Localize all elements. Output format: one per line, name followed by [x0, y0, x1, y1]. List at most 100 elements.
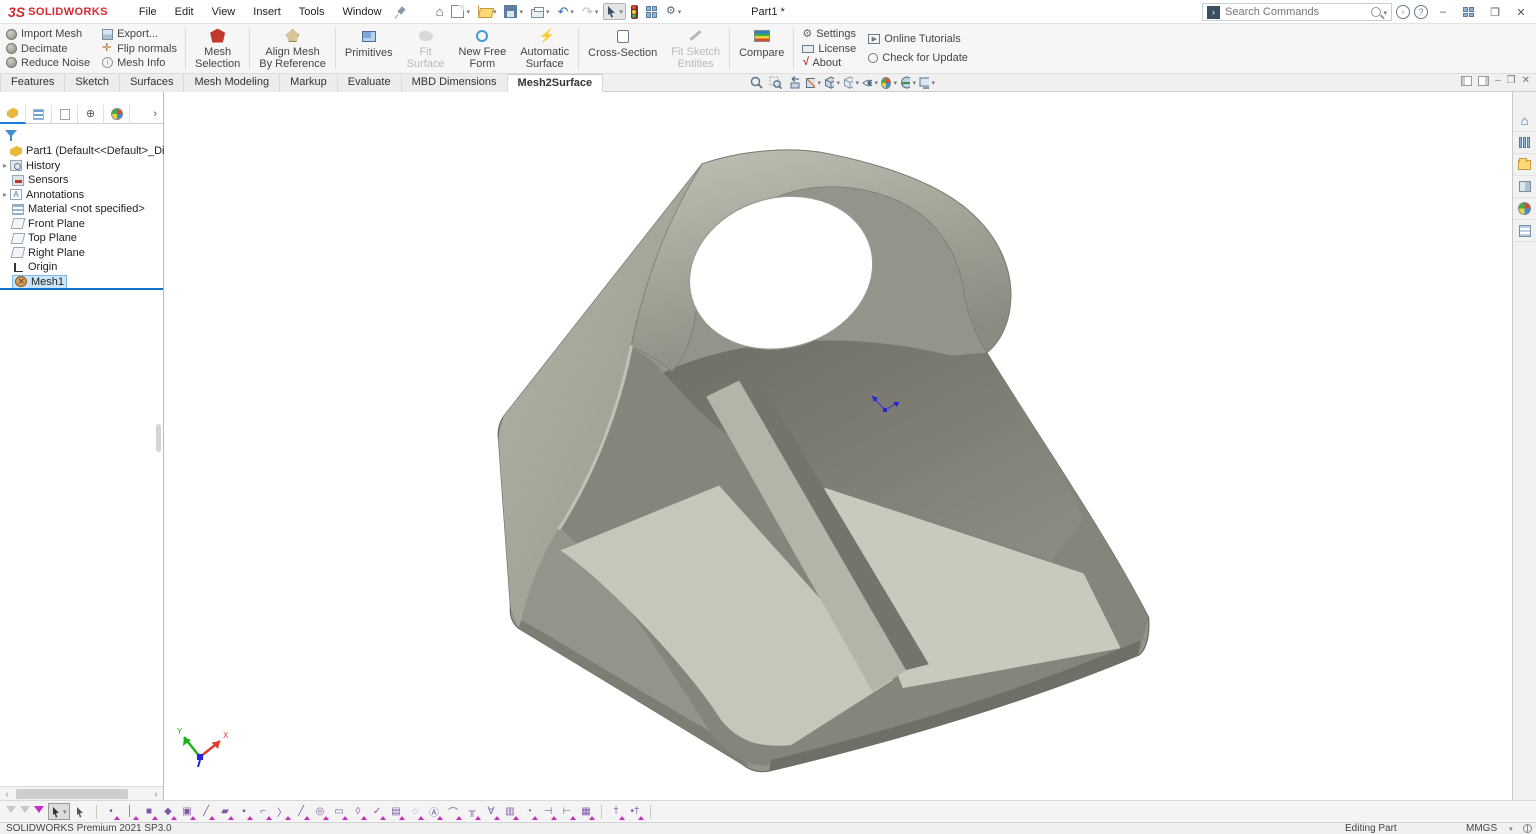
filter-points-icon[interactable]: ▪: [237, 804, 252, 819]
filter-sketch-lines-icon[interactable]: ╱: [294, 804, 309, 819]
tab-display-manager[interactable]: [104, 104, 130, 124]
scroll-right-icon[interactable]: ›: [149, 789, 163, 799]
save-button[interactable]: [501, 3, 526, 20]
mesh-info-button[interactable]: i Mesh Info: [102, 57, 177, 69]
filter-checks-icon[interactable]: ✓: [370, 804, 385, 819]
apply-scene-icon[interactable]: [900, 75, 916, 90]
tree-item-top-plane[interactable]: Top Plane: [0, 231, 163, 246]
filter-balloon-icon[interactable]: Ⓐ: [427, 804, 442, 819]
tab-surfaces[interactable]: Surfaces: [120, 74, 185, 92]
cross-section-button[interactable]: Cross-Section: [581, 24, 664, 73]
filter-slots-icon[interactable]: ▭: [332, 804, 347, 819]
filter-toggle-icon[interactable]: [34, 805, 44, 818]
filter-surface-bodies-icon[interactable]: ▣: [180, 804, 195, 819]
flip-normals-button[interactable]: ✛ Flip normals: [102, 43, 177, 55]
doc-close-button[interactable]: ✕: [1522, 75, 1530, 86]
restore-button[interactable]: ❐: [1484, 2, 1506, 22]
help-icon[interactable]: ?: [1414, 5, 1428, 19]
solidworks-resources-button[interactable]: ⌂: [1513, 110, 1536, 132]
lasso-select-icon[interactable]: [74, 804, 89, 819]
panel-tabs-overflow-icon[interactable]: ›: [153, 108, 163, 120]
primitives-button[interactable]: Primitives: [338, 24, 400, 73]
align-mesh-button[interactable]: Align Mesh By Reference: [252, 24, 333, 73]
license-button[interactable]: License: [802, 43, 856, 55]
filter-center-marks-icon[interactable]: ◎: [313, 804, 328, 819]
tree-item-sensors[interactable]: Sensors: [0, 173, 163, 188]
zoom-to-area-icon[interactable]: [767, 75, 783, 90]
menu-insert[interactable]: Insert: [244, 2, 290, 22]
home-button[interactable]: ⌂: [433, 3, 447, 20]
hide-show-items-icon[interactable]: [862, 75, 878, 90]
tab-dimxpert-manager[interactable]: ⊕: [78, 104, 104, 124]
menu-tools[interactable]: Tools: [290, 2, 334, 22]
scroll-left-icon[interactable]: ‹: [0, 789, 14, 799]
units-selector[interactable]: MMGS: [1466, 823, 1532, 834]
tab-sketch[interactable]: Sketch: [65, 74, 121, 92]
tree-item-mesh1[interactable]: Mesh1: [0, 274, 163, 290]
tab-mesh-modeling[interactable]: Mesh Modeling: [184, 74, 281, 92]
panel-splitter-grip[interactable]: [156, 424, 161, 452]
tree-item-annotations[interactable]: ▸ A Annotations: [0, 188, 163, 203]
graphics-viewport[interactable]: Y X: [164, 92, 1512, 800]
solidworks-logo[interactable]: 3S SOLIDWORKS: [8, 4, 108, 20]
about-button[interactable]: √ About: [802, 57, 856, 69]
edit-appearance-icon[interactable]: [881, 75, 897, 90]
section-view-icon[interactable]: [805, 75, 821, 90]
status-globe-icon[interactable]: [1522, 824, 1532, 833]
collaborate-button[interactable]: [1458, 2, 1480, 22]
tree-item-origin[interactable]: Origin: [0, 260, 163, 275]
search-icon[interactable]: [1371, 7, 1382, 17]
options-button[interactable]: ⚙: [663, 4, 684, 19]
filter-pin-b-icon[interactable]: •†: [628, 804, 643, 819]
doc-minimize-button[interactable]: –: [1495, 75, 1501, 86]
filter-pie-icon[interactable]: ◔: [522, 804, 537, 819]
tab-features[interactable]: Features: [0, 74, 66, 92]
filter-blocks-icon[interactable]: ▥: [503, 804, 518, 819]
tab-mbd-dimensions[interactable]: MBD Dimensions: [401, 74, 508, 92]
tab-evaluate[interactable]: Evaluate: [337, 74, 402, 92]
panel-horizontal-scrollbar[interactable]: ‹ ›: [0, 786, 163, 800]
filter-surface-finish-icon[interactable]: ∀: [484, 804, 499, 819]
menu-view[interactable]: View: [203, 2, 245, 22]
view-settings-icon[interactable]: [919, 75, 935, 90]
tree-root-part[interactable]: Part1 (Default<<Default>_Display S: [0, 144, 201, 159]
tab-configuration-manager[interactable]: [52, 104, 78, 124]
file-explorer-button[interactable]: [1513, 154, 1536, 176]
automatic-surface-button[interactable]: ⚡ Automatic Surface: [513, 24, 576, 73]
pin-menu-icon[interactable]: [393, 5, 407, 19]
filter-erase-icon[interactable]: ◊: [351, 804, 366, 819]
menu-window[interactable]: Window: [333, 2, 390, 22]
tab-markup[interactable]: Markup: [280, 74, 338, 92]
filter-planes-icon[interactable]: ▰: [218, 804, 233, 819]
filter-clear-all-icon[interactable]: [6, 805, 16, 818]
filter-connection-b-icon[interactable]: ⊢: [560, 804, 575, 819]
export-button[interactable]: Export...: [102, 28, 177, 40]
check-for-update-button[interactable]: Check for Update: [868, 52, 968, 64]
tree-item-right-plane[interactable]: Right Plane: [0, 246, 163, 261]
decimate-button[interactable]: Decimate: [6, 43, 90, 55]
filter-datum-icon[interactable]: ╥: [465, 804, 480, 819]
redo-button[interactable]: ↷: [579, 3, 601, 20]
menu-file[interactable]: File: [130, 2, 166, 22]
tree-filter-icon[interactable]: [5, 130, 17, 141]
tree-item-front-plane[interactable]: Front Plane: [0, 217, 163, 232]
mesh-selection-button[interactable]: Mesh Selection: [188, 24, 247, 73]
task-scheduler-button[interactable]: [643, 4, 661, 20]
filter-solid-bodies-icon[interactable]: ◆: [161, 804, 176, 819]
search-input[interactable]: [1225, 6, 1372, 18]
menu-edit[interactable]: Edit: [166, 2, 203, 22]
dock-pane-right-icon[interactable]: [1478, 75, 1490, 86]
search-scope-icon[interactable]: ›: [1207, 5, 1220, 19]
filter-edges-icon[interactable]: │: [123, 804, 138, 819]
freeze-bar[interactable]: [0, 288, 163, 290]
previous-view-icon[interactable]: [786, 75, 802, 90]
fit-sketch-entities-button[interactable]: Fit Sketch Entities: [664, 24, 727, 73]
fit-surface-button[interactable]: Fit Surface: [400, 24, 452, 73]
filter-polylines-icon[interactable]: 〉: [275, 804, 290, 819]
zoom-to-fit-icon[interactable]: [748, 75, 764, 90]
new-free-form-button[interactable]: New Free Form: [452, 24, 514, 73]
minimize-button[interactable]: –: [1432, 2, 1454, 22]
view-orientation-icon[interactable]: [824, 75, 840, 90]
filter-viewport-icon[interactable]: ▦: [579, 804, 594, 819]
display-style-icon[interactable]: [843, 75, 859, 90]
